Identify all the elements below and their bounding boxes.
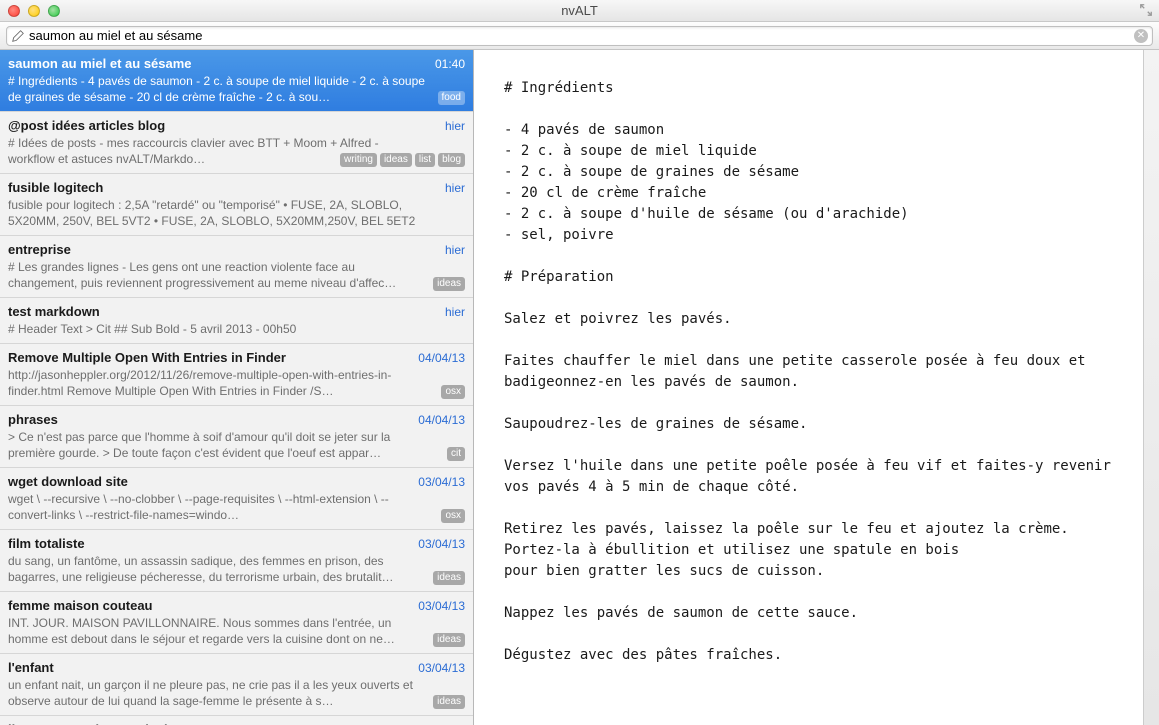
note-title: phrases xyxy=(8,412,58,427)
note-title: wget download site xyxy=(8,474,128,489)
pencil-icon xyxy=(11,29,25,43)
tag[interactable]: food xyxy=(438,91,465,105)
note-preview: wget \ --recursive \ --no-clobber \ --pa… xyxy=(8,491,465,523)
note-date: 03/04/13 xyxy=(418,661,465,675)
search-input[interactable] xyxy=(29,28,1134,43)
note-list[interactable]: saumon au miel et au sésame 01:40 # Ingréd… xyxy=(0,50,474,725)
traffic-lights xyxy=(0,5,60,17)
tag[interactable]: cit xyxy=(447,447,465,461)
tag[interactable]: osx xyxy=(441,509,465,523)
note-preview: # Les grandes lignes - Les gens ont une … xyxy=(8,259,465,291)
note-preview: > Ce n'est pas parce que l'homme à soif … xyxy=(8,429,465,461)
zoom-window-button[interactable] xyxy=(48,5,60,17)
note-title: femme maison couteau xyxy=(8,598,153,613)
note-item[interactable]: fusible logitech hier fusible pour logitec… xyxy=(0,174,473,236)
note-item[interactable]: entreprise hier # Les grandes lignes - Les… xyxy=(0,236,473,298)
tag[interactable]: ideas xyxy=(433,695,465,709)
note-item[interactable]: phrases 04/04/13 > Ce n'est pas parce que … xyxy=(0,406,473,468)
note-tags: ideas xyxy=(433,695,465,709)
note-date: 01:40 xyxy=(435,57,465,71)
fullscreen-icon[interactable] xyxy=(1139,3,1153,17)
window-title: nvALT xyxy=(0,3,1159,18)
note-preview: du sang, un fantôme, un assassin sadique… xyxy=(8,553,465,585)
note-date: hier xyxy=(445,119,465,133)
tag[interactable]: blog xyxy=(438,153,465,167)
note-date: 03/04/13 xyxy=(418,599,465,613)
note-title: fusible logitech xyxy=(8,180,103,195)
note-tags: ideas xyxy=(433,633,465,647)
note-item[interactable]: @post idées articles bloghier# Idées de … xyxy=(0,112,473,174)
note-tags: osx xyxy=(441,385,465,399)
tag[interactable]: ideas xyxy=(433,571,465,585)
note-tags: cit xyxy=(447,447,465,461)
note-tags: writingideaslistblog xyxy=(340,153,465,167)
note-item[interactable]: film totaliste 03/04/13 du sang, un fantôm… xyxy=(0,530,473,592)
note-date: 04/04/13 xyxy=(418,351,465,365)
note-item[interactable]: test markdown hier # Header Text > Cit ## … xyxy=(0,298,473,344)
main-area: saumon au miel et au sésame 01:40 # Ingréd… xyxy=(0,50,1159,725)
tag[interactable]: writing xyxy=(340,153,377,167)
note-tags: ideas xyxy=(433,277,465,291)
note-tags: osx xyxy=(441,509,465,523)
note-date: 03/04/13 xyxy=(418,475,465,489)
clear-search-icon[interactable]: ✕ xyxy=(1134,29,1148,43)
note-title: Remove Multiple Open With Entries in Fin… xyxy=(8,350,286,365)
note-preview: fusible pour logitech : 2,5A "retardé" o… xyxy=(8,197,465,229)
note-date: hier xyxy=(445,181,465,195)
note-tags: food xyxy=(438,91,465,105)
note-preview: # Ingrédients - 4 pavés de saumon - 2 c.… xyxy=(8,73,465,105)
note-preview: # Header Text > Cit ## Sub Bold - 5 avri… xyxy=(8,321,465,337)
tag[interactable]: ideas xyxy=(380,153,412,167)
note-date: hier xyxy=(445,243,465,257)
scrollbar[interactable] xyxy=(1143,50,1159,725)
tag[interactable]: ideas xyxy=(433,277,465,291)
note-title: l'enfant xyxy=(8,660,54,675)
tag[interactable]: list xyxy=(415,153,435,167)
search-input-wrap[interactable]: ✕ xyxy=(6,26,1153,46)
note-item[interactable]: wget download site 03/04/13 wget \ --recur… xyxy=(0,468,473,530)
note-preview: un enfant nait, un garçon il ne pleure p… xyxy=(8,677,465,709)
note-title: test markdown xyxy=(8,304,100,319)
note-item[interactable]: liste commandes terminal03/04/13alias Cr… xyxy=(0,716,473,725)
note-title: entreprise xyxy=(8,242,71,257)
note-title: film totaliste xyxy=(8,536,85,551)
tag[interactable]: osx xyxy=(441,385,465,399)
tag[interactable]: ideas xyxy=(433,633,465,647)
note-tags: ideas xyxy=(433,571,465,585)
note-date: 04/04/13 xyxy=(418,413,465,427)
note-title: saumon au miel et au sésame xyxy=(8,56,192,71)
note-date: hier xyxy=(445,305,465,319)
close-window-button[interactable] xyxy=(8,5,20,17)
searchbar: ✕ xyxy=(0,22,1159,50)
note-editor[interactable]: # Ingrédients - 4 pavés de saumon - 2 c.… xyxy=(474,50,1143,725)
note-item[interactable]: l'enfant 03/04/13 un enfant nait, un garço… xyxy=(0,654,473,716)
note-item[interactable]: saumon au miel et au sésame 01:40 # Ingréd… xyxy=(0,50,473,112)
note-preview: http://jasonheppler.org/2012/11/26/remov… xyxy=(8,367,465,399)
note-date: 03/04/13 xyxy=(418,537,465,551)
note-item[interactable]: Remove Multiple Open With Entries in Fin… xyxy=(0,344,473,406)
minimize-window-button[interactable] xyxy=(28,5,40,17)
note-preview: INT. JOUR. MAISON PAVILLONNAIRE. Nous so… xyxy=(8,615,465,647)
titlebar: nvALT xyxy=(0,0,1159,22)
note-item[interactable]: femme maison couteau 03/04/13 INT. JOUR. M… xyxy=(0,592,473,654)
note-title: @post idées articles blog xyxy=(8,118,165,133)
